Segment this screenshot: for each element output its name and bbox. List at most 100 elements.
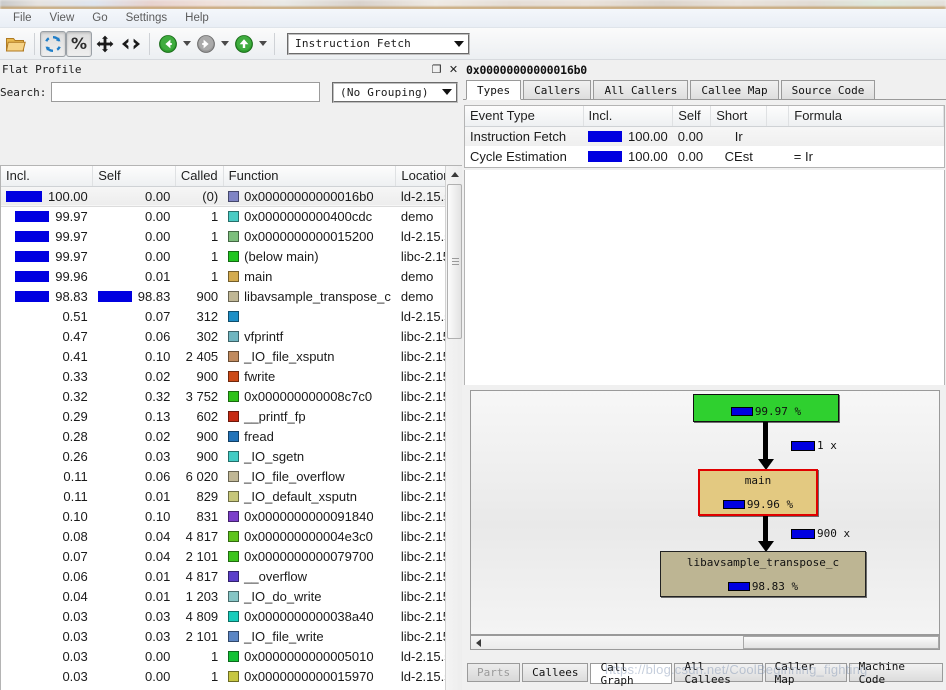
inclusive-value: 0.51: [62, 308, 88, 324]
column-header-called[interactable]: Called: [175, 166, 224, 187]
search-row: Search: (No Grouping): [0, 79, 462, 105]
tab-callers[interactable]: Callers: [523, 80, 592, 99]
float-dock-icon[interactable]: ❐: [428, 61, 445, 78]
bottom-tab-callees[interactable]: Callees: [522, 663, 589, 682]
cell-event-formula: = Ir: [793, 148, 813, 164]
cell-called: (0): [202, 188, 219, 204]
table-row[interactable]: 0.03 0.03 2 101 _IO_file_write libc-2.15.so: [1, 626, 462, 646]
inclusive-value: 0.08: [62, 528, 88, 544]
cell-self: 0.06: [93, 466, 176, 486]
cell-function: vfprintf: [223, 326, 396, 346]
call-graph-node-selected[interactable]: main 99.96 %: [698, 469, 818, 516]
call-graph-node-caller[interactable]: 99.97 %: [693, 394, 839, 422]
column-header-function[interactable]: Function: [223, 166, 397, 187]
event-column-short[interactable]: Short: [710, 106, 768, 127]
table-row[interactable]: 0.51 0.07 312 ld-2.15.so: [1, 306, 462, 326]
bottom-tab-machine-code[interactable]: Machine Code: [848, 660, 943, 686]
table-row[interactable]: 99.97 0.00 1 0x0000000000400cdc demo: [1, 206, 462, 226]
menu-item-go[interactable]: Go: [83, 9, 116, 27]
bottom-tab-caller-map[interactable]: Caller Map: [764, 660, 847, 686]
bottom-tab-call-graph[interactable]: Call Graph: [590, 661, 673, 687]
cell-inclusive: 0.03: [1, 686, 93, 690]
table-row[interactable]: 0.04 0.01 1 203 _IO_do_write libc-2.15.so: [1, 586, 462, 606]
back-button[interactable]: [155, 31, 181, 57]
search-input[interactable]: [51, 82, 320, 102]
function-color-swatch: [228, 390, 240, 402]
forward-dropdown-caret[interactable]: [219, 31, 231, 57]
event-type-select[interactable]: Instruction Fetch: [287, 32, 470, 55]
percentage-toggle-button[interactable]: %: [66, 30, 92, 57]
self-value: 0.07: [145, 308, 171, 324]
table-row[interactable]: 0.29 0.13 602 __printf_fp libc-2.15.so: [1, 406, 462, 426]
bottom-tab-all-callees[interactable]: All Callees: [674, 660, 763, 686]
graph-scroll-track[interactable]: [485, 636, 939, 649]
menu-item-view[interactable]: View: [41, 9, 84, 27]
event-column-eventtype[interactable]: Event Type: [465, 106, 584, 127]
flat-profile-vertical-scrollbar[interactable]: [445, 166, 462, 690]
table-row[interactable]: 99.97 0.00 1 (below main) libc-2.15.so: [1, 246, 462, 266]
event-type-row[interactable]: Cycle Estimation 100.00 0.00 CEst = Ir: [465, 146, 944, 166]
graph-scroll-left-arrow[interactable]: [471, 636, 485, 649]
graph-scrollbar-thumb[interactable]: [743, 636, 939, 649]
column-header-incl[interactable]: Incl.: [1, 166, 94, 187]
table-row[interactable]: 0.06 0.01 4 817 __overflow libc-2.15.so: [1, 566, 462, 586]
table-row[interactable]: 0.03 0.00 1 0x0000000000015970 ld-2.15.so: [1, 666, 462, 686]
call-graph-edge-1: [763, 422, 768, 462]
function-name: 0x0000000000015200: [244, 228, 374, 244]
close-dock-icon[interactable]: ✕: [445, 61, 462, 78]
chevron-down-icon: [221, 41, 229, 46]
table-row[interactable]: 0.08 0.04 4 817 0x000000000004e3c0 libc-2.15…: [1, 526, 462, 546]
column-header-self[interactable]: Self: [92, 166, 176, 187]
back-dropdown-caret[interactable]: [181, 31, 193, 57]
event-type-row[interactable]: Instruction Fetch 100.00 0.00 Ir: [465, 126, 944, 146]
table-row[interactable]: 0.33 0.02 900 fwrite libc-2.15.so: [1, 366, 462, 386]
detach-move-button[interactable]: [92, 31, 118, 57]
table-row[interactable]: 0.47 0.06 302 vfprintf libc-2.15.so: [1, 326, 462, 346]
menu-item-help[interactable]: Help: [176, 9, 218, 27]
cell-inclusive: 98.83: [1, 286, 93, 306]
cell-inclusive: 0.47: [1, 326, 93, 346]
cell-self: 98.83: [93, 286, 176, 306]
table-row[interactable]: 0.11 0.01 829 _IO_default_xsputn libc-2.15.s…: [1, 486, 462, 506]
table-row[interactable]: 100.00 0.00 (0) 0x00000000000016b0 ld-2.15.s…: [1, 186, 462, 206]
table-row[interactable]: 0.03 0.00 1 0x0000000000005010 ld-2.15.so: [1, 646, 462, 666]
call-graph-node-callee[interactable]: libavsample_transpose_c 98.83 %: [660, 551, 866, 597]
forward-button[interactable]: [193, 31, 219, 57]
event-column-formula[interactable]: Formula: [788, 106, 944, 127]
table-row[interactable]: 0.11 0.06 6 020 _IO_file_overflow libc-2.15.…: [1, 466, 462, 486]
menu-item-settings[interactable]: Settings: [117, 9, 177, 27]
relative-cost-button[interactable]: [118, 31, 144, 57]
scroll-up-arrow[interactable]: [446, 166, 462, 183]
reload-button[interactable]: [40, 30, 66, 57]
up-dropdown-caret[interactable]: [257, 31, 269, 57]
cell-inclusive: 0.26: [1, 446, 93, 466]
table-row[interactable]: 99.97 0.00 1 0x0000000000015200 ld-2.15.so: [1, 226, 462, 246]
table-row[interactable]: 0.030.0010x00000000000026e0ld-2.15.so: [1, 686, 462, 690]
menu-item-file[interactable]: File: [4, 9, 41, 27]
cell-event-formula: [789, 126, 944, 146]
tab-callee-map[interactable]: Callee Map: [690, 80, 779, 99]
event-column-incl[interactable]: Incl.: [583, 106, 674, 127]
tab-types[interactable]: Types: [466, 80, 522, 100]
call-graph-canvas[interactable]: 99.97 % 1 x main 99.96 % 900 x libavsamp…: [470, 390, 940, 635]
event-column-spacer[interactable]: [766, 106, 790, 127]
up-button[interactable]: [231, 31, 257, 57]
table-row[interactable]: 0.03 0.03 4 809 0x0000000000038a40 libc-2.15…: [1, 606, 462, 626]
event-column-self[interactable]: Self: [672, 106, 712, 127]
tab-source-code[interactable]: Source Code: [780, 80, 876, 99]
table-row[interactable]: 0.10 0.10 831 0x0000000000091840 libc-2.15.s…: [1, 506, 462, 526]
call-graph-horizontal-scrollbar[interactable]: [470, 635, 940, 650]
table-row[interactable]: 0.41 0.10 2 405 _IO_file_xsputn libc-2.15.so: [1, 346, 462, 366]
vertical-scrollbar-thumb[interactable]: [447, 184, 462, 339]
table-row[interactable]: 99.96 0.01 1 main demo: [1, 266, 462, 286]
cell-self: 0.00: [93, 686, 176, 690]
table-row[interactable]: 0.07 0.04 2 101 0x0000000000079700 libc-2.15…: [1, 546, 462, 566]
table-row[interactable]: 0.26 0.03 900 _IO_sgetn libc-2.15.so: [1, 446, 462, 466]
cell-inclusive: 0.28: [1, 426, 93, 446]
tab-all-callers[interactable]: All Callers: [593, 80, 689, 99]
table-row[interactable]: 98.83 98.83 900 libavsample_transpose_c demo: [1, 286, 462, 306]
table-row[interactable]: 0.32 0.32 3 752 0x000000000008c7c0 libc-2.15…: [1, 386, 462, 406]
table-row[interactable]: 0.28 0.02 900 fread libc-2.15.so: [1, 426, 462, 446]
open-document-button[interactable]: [3, 31, 29, 57]
grouping-select[interactable]: (No Grouping): [332, 81, 458, 103]
